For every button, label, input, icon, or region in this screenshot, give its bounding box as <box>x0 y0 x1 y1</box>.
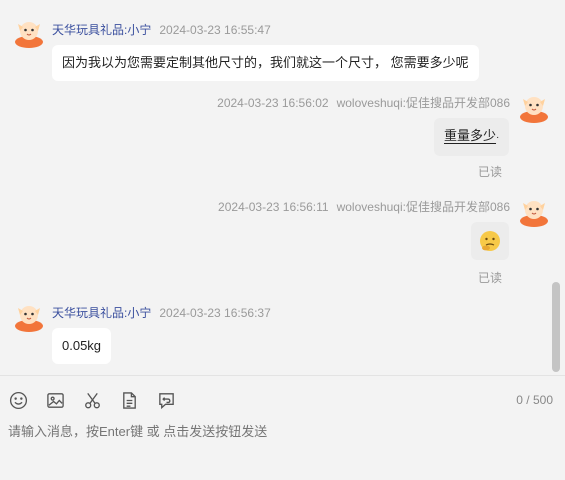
document-icon[interactable] <box>119 390 139 410</box>
sender-name: woloveshuqi:促佳搜品开发部086 <box>336 200 510 214</box>
message-text: 因为我以为您需要定制其他尺寸的，我们就这一个尺寸， 您需要多少呢 <box>62 55 469 70</box>
recall-icon[interactable] <box>156 390 176 410</box>
read-status: 已读 <box>478 271 503 285</box>
chat-area: 天华玩具礼品:小宁 2024-03-23 16:55:47 因为我以为您需要定制其… <box>0 0 565 375</box>
avatar[interactable] <box>519 93 549 123</box>
timestamp: 2024-03-23 16:56:02 <box>217 96 329 110</box>
emoji-bubble[interactable] <box>471 222 509 260</box>
avatar[interactable] <box>14 302 44 332</box>
message-text: 0.05kg <box>62 338 102 353</box>
scissors-icon[interactable] <box>82 390 102 410</box>
avatar[interactable] <box>519 197 549 227</box>
avatar[interactable] <box>14 18 44 48</box>
char-counter: 0 / 500 <box>516 393 553 407</box>
sender-name: woloveshuqi:促佳搜品开发部086 <box>336 96 510 110</box>
message-meta: 天华玩具礼品:小宁 2024-03-23 16:56:37 <box>52 304 271 321</box>
thinking-face-icon <box>480 231 500 251</box>
message-bubble[interactable]: 重量多少· <box>434 118 510 156</box>
sender-name[interactable]: 天华玩具礼品:小宁 <box>52 23 151 37</box>
message-meta: 2024-03-23 16:56:02 woloveshuqi:促佳搜品开发部08… <box>217 94 510 111</box>
message-text: 重量多少 <box>444 128 497 143</box>
divider <box>0 375 565 376</box>
message-bubble[interactable]: 0.05kg <box>52 328 112 364</box>
timestamp: 2024-03-23 16:56:37 <box>159 306 271 320</box>
timestamp: 2024-03-23 16:56:11 <box>218 200 329 214</box>
input-toolbar <box>8 390 176 412</box>
sender-name[interactable]: 天华玩具礼品:小宁 <box>52 306 151 320</box>
message-meta: 2024-03-23 16:56:11 woloveshuqi:促佳搜品开发部08… <box>218 198 510 215</box>
message-bubble[interactable]: 因为我以为您需要定制其他尺寸的，我们就这一个尺寸， 您需要多少呢 <box>52 45 479 81</box>
timestamp: 2024-03-23 16:55:47 <box>159 23 271 37</box>
read-status: 已读 <box>478 165 503 179</box>
image-icon[interactable] <box>45 390 65 410</box>
scrollbar-thumb[interactable] <box>552 282 560 372</box>
smiley-icon[interactable] <box>8 390 28 410</box>
message-input[interactable] <box>8 424 548 439</box>
message-meta: 天华玩具礼品:小宁 2024-03-23 16:55:47 <box>52 21 271 38</box>
